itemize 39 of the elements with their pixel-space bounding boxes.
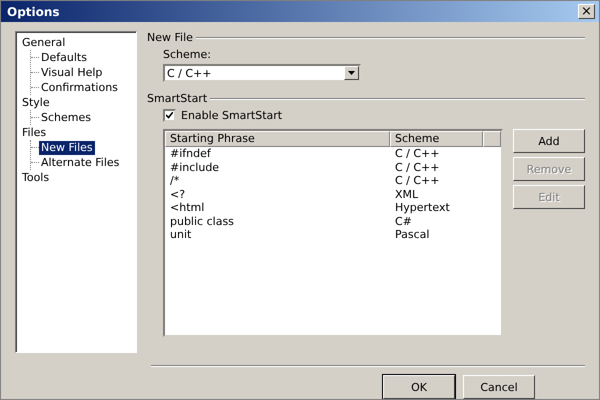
window-title: Options	[7, 4, 60, 18]
list-cell-text: #include	[169, 160, 220, 174]
tree-item[interactable]: General	[20, 36, 68, 50]
section-title: New File	[147, 31, 193, 44]
list-cell-text: C#	[394, 214, 413, 228]
dialog-button[interactable]: OK	[383, 375, 455, 399]
column-header[interactable]: Scheme	[390, 131, 483, 147]
tree-item[interactable]: Visual Help	[39, 66, 104, 80]
column-header[interactable]: Starting Phrase	[165, 131, 390, 147]
list-cell-text: C / C++	[394, 174, 440, 188]
list-cell-text: C / C++	[394, 160, 440, 174]
list-cell-text: <html	[169, 201, 206, 214]
action-button[interactable]: Add	[513, 129, 585, 153]
list-cell-text: XML	[394, 188, 420, 201]
list-cell-text: Hypertext	[394, 201, 451, 214]
tree-item[interactable]: Schemes	[39, 110, 93, 124]
tree-item[interactable]: New Files	[39, 140, 95, 154]
list-cell-text: #ifndef	[169, 147, 212, 160]
checkbox-label: Enable SmartStart	[181, 109, 282, 122]
close-button[interactable]: ×	[578, 4, 595, 19]
tree-item[interactable]: Alternate Files	[39, 156, 122, 170]
tree-item[interactable]: Defaults	[39, 50, 89, 64]
checkbox[interactable]	[163, 109, 176, 122]
check-icon	[166, 112, 173, 119]
scheme-dropdown[interactable]: C / C++	[163, 64, 361, 82]
list-cell-text: /*	[169, 174, 180, 188]
tree-item[interactable]: Files	[20, 126, 48, 140]
tree-item[interactable]: Style	[20, 96, 52, 110]
list-cell-text: Pascal	[394, 228, 430, 242]
list-cell-text: unit	[169, 228, 192, 242]
tree-item[interactable]: Confirmations	[39, 80, 120, 94]
dialog-button[interactable]: Cancel	[463, 375, 535, 399]
tree-item[interactable]: Tools	[20, 170, 52, 184]
dropdown-arrow-icon	[348, 71, 355, 75]
list-cell-text: public class	[169, 214, 235, 228]
list-cell-text: <?	[169, 188, 186, 201]
section-title: SmartStart	[147, 92, 208, 105]
list-cell-text: C / C++	[394, 147, 440, 160]
field-label: Scheme:	[163, 48, 212, 61]
